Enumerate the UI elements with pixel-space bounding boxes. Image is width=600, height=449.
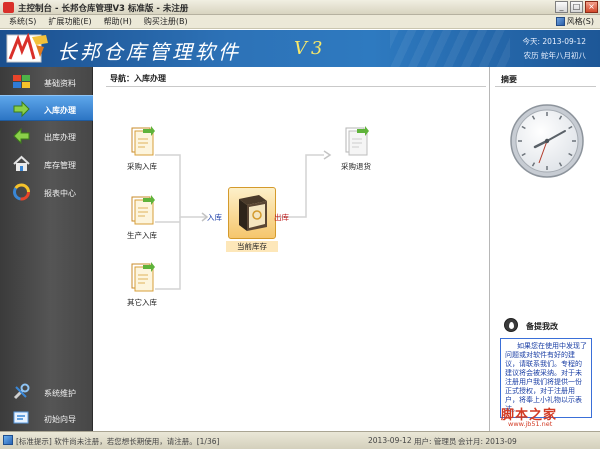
flow-other-in[interactable]: 其它入库 — [116, 261, 168, 308]
flow-node-label: 其它入库 — [127, 298, 157, 307]
menu-help[interactable]: 帮助(H) — [99, 17, 137, 27]
window-controls: _ □ × — [555, 1, 598, 13]
ledger-book-icon — [239, 195, 267, 231]
sidebar-item-label: 库存管理 — [44, 161, 76, 170]
status-bar: [标准提示] 软件尚未注册，若您想长期使用，请注册。[1/36] 2013-09… — [0, 431, 600, 449]
document-in-icon — [131, 262, 155, 292]
status-period: 会计月: 2013-09 — [458, 437, 517, 446]
sidebar-item-reports[interactable]: 报表中心 — [0, 179, 93, 205]
flow-out-label: 出库 — [274, 213, 289, 222]
menu-bar: 系统(S) 扩展功能(E) 帮助(H) 购买注册(B) 风格(S) — [0, 15, 600, 29]
flow-purchase-return[interactable]: 采购退货 — [330, 125, 382, 172]
logo-icon — [6, 33, 48, 63]
brand-name: 长邦仓库管理软件 — [57, 40, 241, 64]
flow-node-label: 当前库存 — [226, 241, 278, 252]
status-date: 2013-09-12 — [368, 436, 412, 445]
memo-title: 备提我改 — [526, 322, 558, 331]
main-content: 导航：入库办理 采购入库 生产入库 其它入库 入库 当前库存 出库 采购退货 — [94, 67, 490, 431]
document-in-icon — [131, 126, 155, 156]
sidebar-item-label: 初始向导 — [44, 415, 76, 424]
document-return-icon — [345, 126, 369, 156]
watermark-url: www.jb51.net — [508, 420, 553, 428]
banner-stripes — [390, 30, 510, 67]
skin-label: 风格(S) — [566, 17, 594, 26]
flow-production-in[interactable]: 生产入库 — [116, 194, 168, 241]
status-user: 用户: 管理员 — [414, 437, 457, 446]
flow-purchase-in[interactable]: 采购入库 — [116, 125, 168, 172]
flow-connectors — [155, 150, 332, 290]
lunar-date: 农历 蛇年八月初八 — [523, 51, 586, 60]
sidebar-item-inventory[interactable]: 库存管理 — [0, 151, 93, 177]
menu-extensions[interactable]: 扩展功能(E) — [43, 17, 96, 27]
sidebar-item-label: 入库办理 — [44, 106, 76, 115]
sidebar: 基础资料 入库办理 出库办理 库存管理 报表中心 系统维护 初始向导 — [0, 67, 93, 431]
sidebar-item-maintenance[interactable]: 系统维护 — [0, 379, 93, 405]
flow-in-label: 入库 — [207, 213, 222, 222]
skin-icon — [555, 17, 565, 26]
status-icon — [3, 435, 13, 445]
flow-node-label: 生产入库 — [127, 231, 157, 240]
menu-register[interactable]: 购买注册(B) — [139, 17, 193, 27]
summary-header: 摘要 — [501, 75, 517, 84]
maximize-button[interactable]: □ — [570, 1, 583, 13]
title-bar: 主控制台 - 长邦仓库管理V3 标准版 - 未注册 _ □ × — [0, 0, 600, 15]
window-title: 主控制台 - 长邦仓库管理V3 标准版 - 未注册 — [18, 4, 189, 14]
house-icon — [13, 155, 30, 171]
arrow-right-icon — [13, 100, 30, 118]
minimize-button[interactable]: _ — [555, 1, 568, 13]
chart-ring-icon — [13, 183, 30, 201]
current-stock-tile — [228, 187, 276, 239]
sidebar-item-label: 报表中心 — [44, 189, 76, 198]
app-icon — [3, 2, 14, 13]
skin-button[interactable]: 风格(S) — [555, 16, 594, 27]
arrow-left-icon — [13, 127, 30, 145]
drop-icon — [504, 318, 518, 332]
memo-header: 备提我改 — [494, 314, 599, 336]
document-in-icon — [131, 195, 155, 225]
site-watermark: 脚本之家 www.jb51.net — [496, 404, 598, 430]
version-badge: V3 — [294, 38, 327, 59]
sidebar-item-setup-wizard[interactable]: 初始向导 — [0, 405, 93, 431]
summary-divider — [495, 86, 596, 87]
close-button[interactable]: × — [585, 1, 598, 13]
sidebar-item-label: 基础资料 — [44, 79, 76, 88]
status-hint: [标准提示] 软件尚未注册，若您想长期使用，请注册。[1/36] — [16, 437, 220, 446]
sidebar-item-label: 出库办理 — [44, 133, 76, 142]
windows-flag-icon — [13, 75, 30, 88]
flow-node-label: 采购退货 — [341, 162, 371, 171]
tools-icon — [13, 383, 30, 400]
app-banner: 长邦仓库管理软件 V3 今天: 2013-09-12 农历 蛇年八月初八 — [0, 30, 600, 67]
flow-node-label: 采购入库 — [127, 162, 157, 171]
flow-current-stock[interactable]: 当前库存 — [226, 187, 278, 252]
today-date: 今天: 2013-09-12 — [522, 37, 587, 46]
analog-clock-icon — [510, 104, 584, 178]
sidebar-item-stock-in[interactable]: 入库办理 — [0, 95, 93, 121]
sidebar-item-basic-data[interactable]: 基础资料 — [0, 69, 93, 95]
guide-icon — [13, 411, 29, 424]
sidebar-item-stock-out[interactable]: 出库办理 — [0, 123, 93, 149]
sidebar-item-label: 系统维护 — [44, 389, 76, 398]
menu-system[interactable]: 系统(S) — [4, 17, 41, 27]
